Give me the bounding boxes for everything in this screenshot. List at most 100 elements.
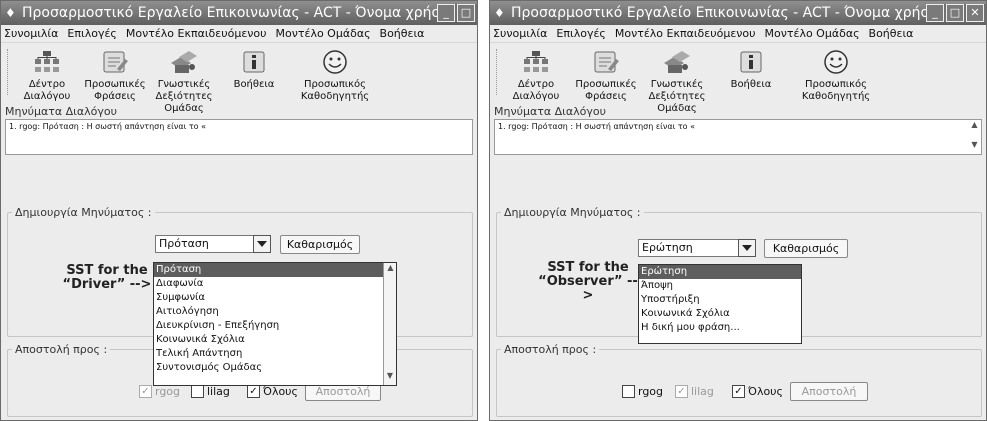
recipient-rgog[interactable]: rgog: [622, 385, 663, 398]
checkbox[interactable]: [191, 385, 204, 398]
sst-line-2: “Observer” -->: [538, 274, 638, 303]
sst-line-2: “Driver” -->: [62, 277, 152, 292]
recipient-rgog[interactable]: ✓ rgog: [139, 385, 180, 398]
dropdown-option[interactable]: Πρόταση: [154, 263, 396, 277]
checkbox-label: lilag: [691, 385, 714, 398]
recipient-all[interactable]: ✓ Όλους: [732, 385, 783, 398]
menu-item-group-model[interactable]: Μοντέλο Ομάδας: [765, 27, 860, 40]
smiley-icon: [320, 49, 350, 75]
toolbar: Δέντρο Διαλόγου Προσωπικές Φράσεις Γνωστ…: [1, 43, 477, 114]
dialogue-tree-button[interactable]: Δέντρο Διαλόγου: [510, 49, 562, 103]
clear-button[interactable]: Καθαρισμός: [280, 235, 360, 254]
group-skills-button[interactable]: Γνωστικές Δεξιότητες Ομάδας: [155, 49, 213, 115]
recipient-lilag[interactable]: ✓ lilag: [675, 385, 714, 398]
window-title: Προσαρμοστικό Εργαλείο Επικοινωνίας - AC…: [22, 5, 437, 21]
minimize-button[interactable]: _: [926, 4, 944, 22]
messages-area[interactable]: 1. rgog: Πρόταση : Η σωστή απάντηση είνα…: [494, 119, 982, 155]
tool-label: Προσωπικές Φράσεις: [575, 79, 637, 102]
dropdown-scrollbar[interactable]: ▲ ▼: [383, 263, 396, 385]
scroll-up-icon[interactable]: ▲: [384, 263, 397, 277]
message-line: 1. rgog: Πρόταση : Η σωστή απάντηση είνα…: [9, 122, 207, 131]
personal-phrases-button[interactable]: Προσωπικές Φράσεις: [79, 49, 151, 103]
scroll-down-icon[interactable]: ▼: [968, 140, 981, 154]
menu-item-chat[interactable]: Συνομιλία: [4, 27, 58, 40]
messages-label: Μηνύματα Διαλόγου: [5, 105, 117, 118]
menu-item-options[interactable]: Επιλογές: [67, 27, 116, 40]
checkbox[interactable]: ✓: [139, 385, 152, 398]
recipient-lilag[interactable]: lilag: [191, 385, 230, 398]
sst-annotation: SST for the “Observer” -->: [536, 261, 640, 303]
toolbar-grip[interactable]: [496, 49, 499, 95]
dropdown-option[interactable]: Τελική Απάντηση: [154, 347, 396, 361]
help-button[interactable]: Βοήθεια: [726, 49, 776, 91]
dropdown-option[interactable]: Ερώτηση: [639, 265, 801, 279]
menu-item-options[interactable]: Επιλογές: [556, 27, 605, 40]
dropdown-option[interactable]: Συμφωνία: [154, 291, 396, 305]
scroll-up-icon[interactable]: ▲: [968, 120, 981, 134]
smiley-icon: [821, 49, 851, 75]
message-type-combo[interactable]: Πρόταση: [155, 235, 271, 253]
maximize-button[interactable]: □: [457, 4, 475, 22]
checkbox[interactable]: [622, 385, 635, 398]
tool-label: Γνωστικές Δεξιότητες Ομάδας: [155, 79, 213, 114]
dropdown-option[interactable]: Διαφωνία: [154, 277, 396, 291]
checkbox[interactable]: ✓: [675, 385, 688, 398]
close-button[interactable]: ✕: [966, 4, 984, 22]
message-type-dropdown: Πρόταση Διαφωνία Συμφωνία Αιτιολόγηση Δι…: [153, 262, 397, 386]
dialogue-tree-button[interactable]: Δέντρο Διαλόγου: [21, 49, 73, 103]
tree-icon: [32, 49, 62, 75]
menu-bar: Συνομιλία Επιλογές Μοντέλο Εκπαιδευόμενο…: [1, 25, 477, 43]
menu-item-chat[interactable]: Συνομιλία: [493, 27, 547, 40]
menu-item-group-model[interactable]: Μοντέλο Ομάδας: [276, 27, 371, 40]
checkbox-label: Όλους: [263, 385, 298, 398]
app-icon: ♦: [5, 6, 16, 20]
clear-button[interactable]: Καθαρισμός: [764, 239, 848, 258]
send-legend: Αποστολή προς :: [15, 343, 108, 356]
phrases-icon: [591, 49, 621, 75]
maximize-button[interactable]: □: [946, 4, 964, 22]
messages-scrollbar[interactable]: ▲ ▼: [968, 120, 981, 154]
dropdown-option[interactable]: Η δική μου φράση...: [639, 321, 801, 335]
dropdown-option[interactable]: Διευκρίνιση - Επεξήγηση: [154, 319, 396, 333]
window-driver: ♦ Προσαρμοστικό Εργαλείο Επικοινωνίας - …: [0, 0, 478, 421]
minimize-button[interactable]: _: [437, 4, 455, 22]
toolbar-grip[interactable]: [7, 49, 10, 95]
window-controls: _ □: [437, 4, 477, 22]
tool-label: Προσωπικές Φράσεις: [84, 79, 146, 102]
dropdown-option[interactable]: Συντονισμός Ομάδας: [154, 361, 396, 375]
phrases-icon: [100, 49, 130, 75]
checkbox[interactable]: ✓: [247, 385, 260, 398]
personal-phrases-button[interactable]: Προσωπικές Φράσεις: [570, 49, 642, 103]
messages-area[interactable]: 1. rgog: Πρόταση : Η σωστή απάντηση είνα…: [5, 119, 473, 155]
combo-dropdown-arrow[interactable]: [738, 239, 756, 257]
help-button[interactable]: Βοήθεια: [229, 49, 279, 91]
dropdown-option[interactable]: Κοινωνικά Σχόλια: [154, 333, 396, 347]
dropdown-option[interactable]: Άποψη: [639, 279, 801, 293]
dropdown-option[interactable]: Υποστήριξη: [639, 293, 801, 307]
title-bar[interactable]: ♦ Προσαρμοστικό Εργαλείο Επικοινωνίας - …: [490, 1, 986, 25]
combo-dropdown-arrow[interactable]: [253, 235, 271, 253]
window-controls: _ □ ✕: [926, 4, 986, 22]
personal-tutor-button[interactable]: Προσωπικός Καθοδηγητής: [798, 49, 874, 103]
menu-item-help[interactable]: Βοήθεια: [380, 27, 425, 40]
title-bar[interactable]: ♦ Προσαρμοστικό Εργαλείο Επικοινωνίας - …: [1, 1, 477, 25]
group-skills-button[interactable]: Γνωστικές Δεξιότητες Ομάδας: [648, 49, 706, 115]
menu-item-help[interactable]: Βοήθεια: [869, 27, 914, 40]
checkbox[interactable]: ✓: [732, 385, 745, 398]
menu-item-learner-model[interactable]: Μοντέλο Εκπαιδευόμενου: [126, 27, 267, 40]
menu-item-learner-model[interactable]: Μοντέλο Εκπαιδευόμενου: [615, 27, 756, 40]
dropdown-option[interactable]: Αιτιολόγηση: [154, 305, 396, 319]
message-type-combo[interactable]: Ερώτηση: [638, 239, 756, 257]
tool-label: Βοήθεια: [233, 79, 275, 90]
send-button[interactable]: Αποστολή: [790, 382, 868, 401]
recipient-all[interactable]: ✓ Όλους: [247, 385, 298, 398]
checkbox-label: lilag: [207, 385, 230, 398]
message-type-dropdown: Ερώτηση Άποψη Υποστήριξη Κοινωνικά Σχόλι…: [638, 264, 802, 344]
personal-tutor-button[interactable]: Προσωπικός Καθοδηγητής: [297, 49, 373, 103]
help-icon: [239, 49, 269, 75]
tool-label: Βοήθεια: [730, 79, 772, 90]
scroll-down-icon[interactable]: ▼: [384, 371, 396, 385]
dropdown-option[interactable]: Κοινωνικά Σχόλια: [639, 307, 801, 321]
checkbox-label: rgog: [638, 385, 664, 398]
compose-legend: Δημιουργία Μηνύματος :: [15, 206, 152, 219]
